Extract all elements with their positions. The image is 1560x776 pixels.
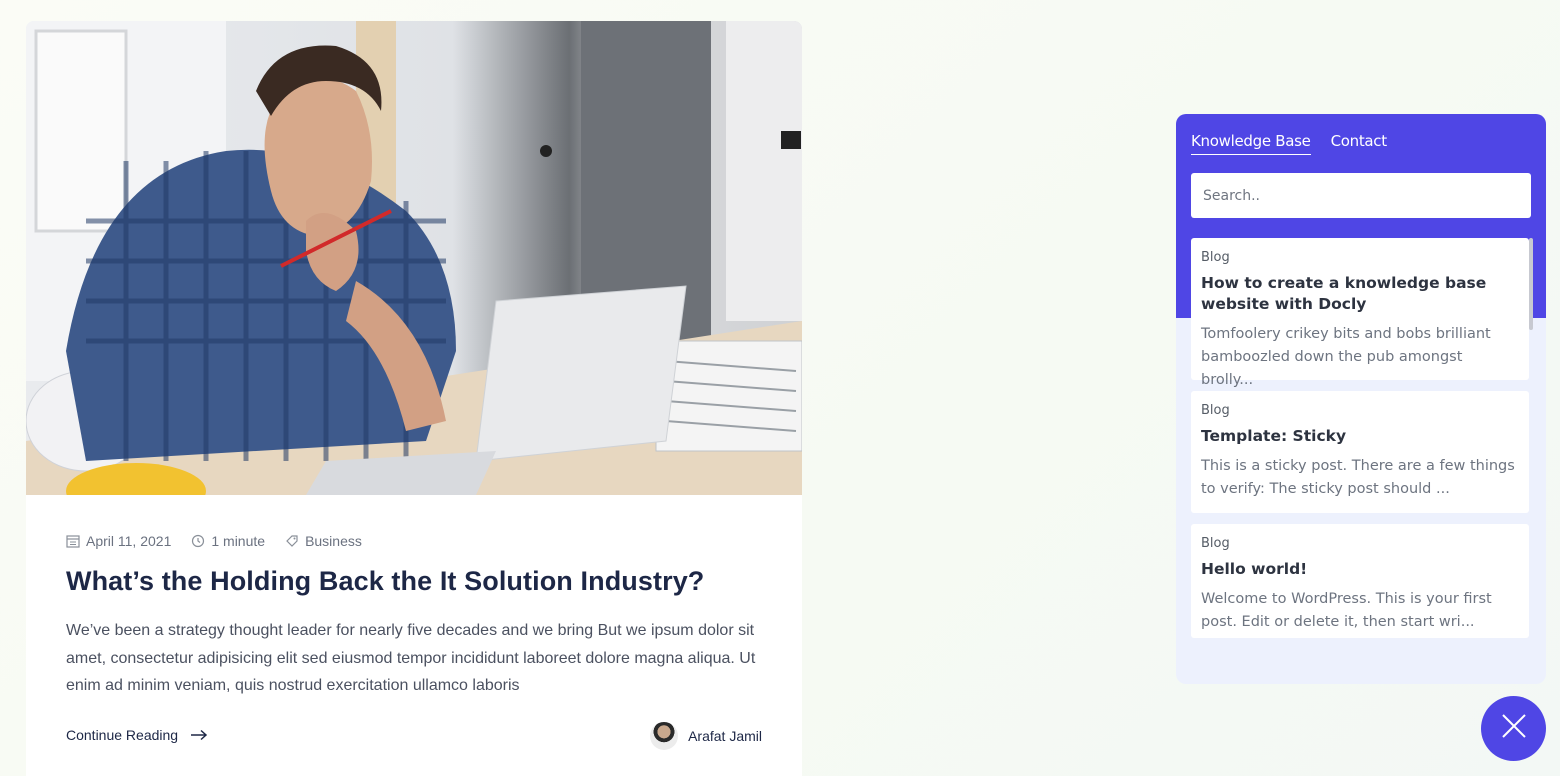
post-category-text[interactable]: Business xyxy=(305,533,362,549)
featured-image[interactable] xyxy=(26,21,802,495)
post-date: April 11, 2021 xyxy=(66,533,171,549)
featured-image-illustration xyxy=(26,21,802,495)
post-excerpt: We’ve been a strategy thought leader for… xyxy=(66,622,756,694)
search-input[interactable] xyxy=(1191,173,1531,218)
result-excerpt: Tomfoolery crikey bits and bobs brillian… xyxy=(1201,326,1491,388)
post-read-time-text: 1 minute xyxy=(211,533,266,549)
result-title[interactable]: Hello world! xyxy=(1201,559,1519,580)
list-item[interactable]: Blog Template: Sticky This is a sticky p… xyxy=(1191,391,1529,513)
post-title[interactable]: What’s the Holding Back the It Solution … xyxy=(66,566,766,597)
widget-tabs: Knowledge Base Contact xyxy=(1191,132,1407,155)
result-excerpt: Welcome to WordPress. This is your first… xyxy=(1201,591,1492,630)
result-title[interactable]: Template: Sticky xyxy=(1201,426,1519,447)
clock-icon xyxy=(191,534,205,548)
avatar xyxy=(650,722,679,750)
tag-icon xyxy=(285,534,299,548)
list-item[interactable]: Blog How to create a knowledge base webs… xyxy=(1191,238,1529,388)
close-icon xyxy=(1501,713,1527,744)
help-widget-panel: Knowledge Base Contact Blog How to creat… xyxy=(1176,114,1546,684)
arrow-right-icon xyxy=(190,729,208,741)
post-author[interactable]: Arafat Jamil xyxy=(650,722,762,750)
tab-knowledge-base[interactable]: Knowledge Base xyxy=(1191,132,1311,155)
post-date-text: April 11, 2021 xyxy=(86,533,172,549)
result-title[interactable]: How to create a knowledge base website w… xyxy=(1201,273,1519,315)
author-name[interactable]: Arafat Jamil xyxy=(688,728,762,744)
post-category[interactable]: Business xyxy=(285,533,362,549)
blog-post-card: April 11, 2021 1 minute Business What’s … xyxy=(26,21,802,776)
result-category: Blog xyxy=(1201,536,1230,551)
result-category: Blog xyxy=(1201,403,1230,418)
result-category: Blog xyxy=(1201,250,1230,265)
list-item[interactable]: Blog Hello world! Welcome to WordPress. … xyxy=(1191,524,1529,638)
continue-reading-link[interactable]: Continue Reading xyxy=(66,727,208,743)
close-widget-button[interactable] xyxy=(1481,696,1546,761)
search-results-list: Blog How to create a knowledge base webs… xyxy=(1191,238,1531,638)
post-meta: April 11, 2021 1 minute Business xyxy=(66,533,382,549)
results-scrollbar[interactable] xyxy=(1529,238,1533,330)
tab-contact[interactable]: Contact xyxy=(1331,132,1388,155)
post-read-time: 1 minute xyxy=(191,533,265,549)
continue-reading-label[interactable]: Continue Reading xyxy=(66,727,178,743)
result-excerpt: This is a sticky post. There are a few t… xyxy=(1201,458,1515,497)
calendar-icon xyxy=(66,534,80,548)
